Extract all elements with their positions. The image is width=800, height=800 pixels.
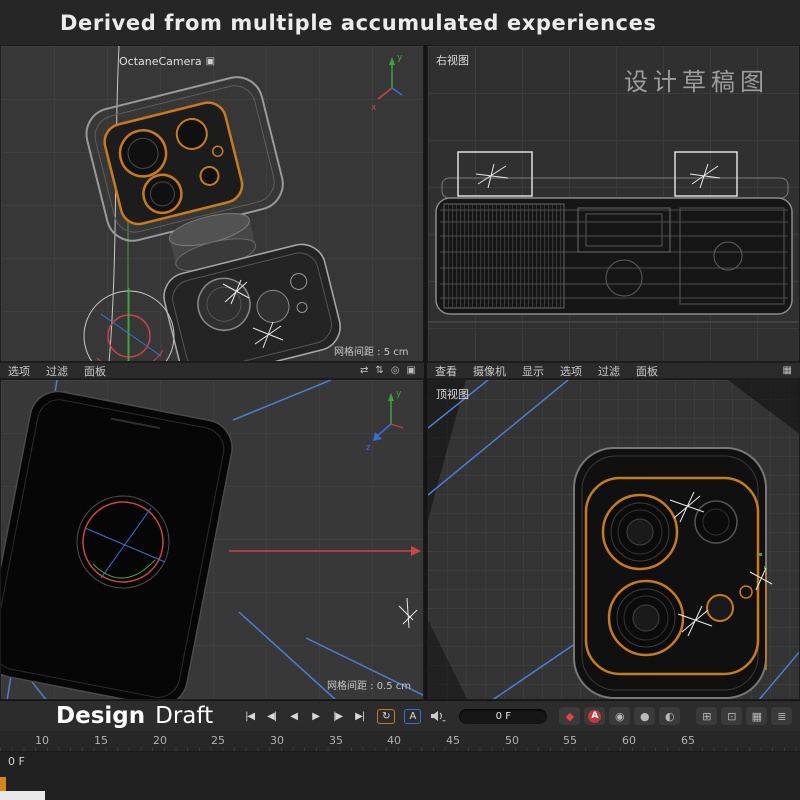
autokey-region-button[interactable]: A xyxy=(404,709,421,724)
menu-panel[interactable]: 面板 xyxy=(636,363,658,379)
menu-options[interactable]: 选项 xyxy=(8,363,30,379)
ruler-tick: 50 xyxy=(499,734,525,747)
ruler-tick: 55 xyxy=(557,734,583,747)
ruler-tick: 20 xyxy=(147,734,173,747)
ruler-tick: 15 xyxy=(88,734,114,747)
timeline-ruler[interactable]: 10 15 20 25 30 35 40 45 50 55 60 65 xyxy=(0,731,800,752)
lens-bottom-left xyxy=(609,581,683,655)
selection-handle xyxy=(759,553,762,556)
rotate-icon[interactable]: ◎ xyxy=(391,365,400,376)
top-view-render xyxy=(428,380,800,700)
watermark-text: 设计草稿图 xyxy=(624,62,769,97)
spline-curve xyxy=(109,46,119,362)
axis-x-label: x xyxy=(371,103,377,113)
ruler-tick: 65 xyxy=(675,734,701,747)
viewport-menubar-right: 查看 摄像机 显示 选项 过滤 面板 ▦ xyxy=(427,362,800,379)
maximize-icon[interactable]: ▣ xyxy=(407,365,416,376)
axis-y-label: y xyxy=(396,389,402,399)
menu-filter[interactable]: 过滤 xyxy=(598,363,620,379)
autokey-toggle-button[interactable]: A xyxy=(584,707,605,725)
case-side-wireframe xyxy=(428,152,800,322)
record-keyframe-button[interactable]: ◆ xyxy=(559,707,580,725)
maximize-icon[interactable]: ▦ xyxy=(783,365,792,376)
x-axis-arrow xyxy=(229,546,421,556)
snap-button[interactable]: ⊡ xyxy=(721,707,742,725)
status-strip: 0 F xyxy=(0,752,800,800)
app-window: Derived from multiple accumulated experi… xyxy=(0,0,800,800)
ruler-tick: 40 xyxy=(381,734,407,747)
axis-z-label: z xyxy=(366,443,371,453)
ruler-tick: 35 xyxy=(323,734,349,747)
lens-top-right xyxy=(695,501,737,543)
viewport-nav-icons: ⇄ ⇅ ◎ ▣ xyxy=(360,365,416,376)
viewport-top[interactable]: 顶视图 xyxy=(427,379,800,700)
key-interpolation-button[interactable]: ⊞ xyxy=(696,707,717,725)
sketch-marks xyxy=(399,598,417,628)
menu-cameras[interactable]: 摄像机 xyxy=(473,363,506,379)
viewport-front[interactable]: y z 网格间距 : 0.5 cm xyxy=(0,379,424,700)
keyframe-selection-button[interactable]: ● xyxy=(634,707,655,725)
menu-view[interactable]: 查看 xyxy=(435,363,457,379)
axis-gizmo: y z xyxy=(366,389,403,453)
ruler-tick: 25 xyxy=(205,734,231,747)
design-draft-title: Design Draft xyxy=(56,703,213,729)
playback-controls: |◀ ◀| ◀ ▶ |▶ ▶| xyxy=(241,711,368,722)
speaker-icon xyxy=(430,710,446,722)
camera-label: OctaneCamera xyxy=(119,55,202,68)
axis-gizmo: y x xyxy=(371,53,403,113)
ruler-tick: 30 xyxy=(264,734,290,747)
ruler-tick: 10 xyxy=(29,734,55,747)
perspective-render: y x xyxy=(1,46,424,362)
menu-options[interactable]: 选项 xyxy=(560,363,582,379)
transform-gizmo[interactable] xyxy=(84,288,174,362)
goto-start-button[interactable]: |◀ xyxy=(241,711,258,722)
timeline-bar: Design Draft |◀ ◀| ◀ ▶ |▶ ▶| ↻ A 0 F ◆ A … xyxy=(0,700,800,731)
title-bold: Design xyxy=(56,703,145,729)
ruler-minor-ticks xyxy=(0,747,800,751)
next-key-button[interactable]: |▶ xyxy=(329,711,346,722)
timeline-options-button[interactable]: ≣ xyxy=(771,707,792,725)
ruler-tick: 45 xyxy=(440,734,466,747)
ruler-tick: 60 xyxy=(616,734,642,747)
viewport-menubar-left: 选项 过滤 面板 ⇄ ⇅ ◎ ▣ xyxy=(0,362,424,379)
title-light: Draft xyxy=(155,703,213,729)
play-backward-button[interactable]: ◀ xyxy=(285,711,302,722)
camera-hud[interactable]: OctaneCamera ▣ xyxy=(119,55,215,68)
pan-icon[interactable]: ⇄ xyxy=(360,365,368,376)
dolly-icon[interactable]: ⇅ xyxy=(375,365,383,376)
frame-counter-field[interactable]: 0 F xyxy=(459,709,547,724)
page-title: Derived from multiple accumulated experi… xyxy=(60,11,657,35)
layer-button[interactable]: ▦ xyxy=(746,707,767,725)
header: Derived from multiple accumulated experi… xyxy=(0,0,800,45)
axis-y-label: y xyxy=(397,53,403,63)
camera-menu-icon[interactable]: ▣ xyxy=(206,56,215,67)
current-frame-label: 0 F xyxy=(8,755,25,768)
exploded-phone-case xyxy=(81,67,345,362)
white-marker-bar xyxy=(0,791,45,800)
keyframe-tools: ◆ A ◉ ● ◐ ⊞ ⊡ ▦ ≣ xyxy=(559,707,792,725)
viewport-name-label: 顶视图 xyxy=(436,386,469,402)
goto-end-button[interactable]: ▶| xyxy=(351,711,368,722)
front-view-render: y z xyxy=(1,380,424,700)
phone-case-top xyxy=(574,448,767,698)
grid-spacing-label: 网格间距 : 0.5 cm xyxy=(327,677,411,692)
phone-body xyxy=(1,387,237,700)
lens-top-left xyxy=(603,495,677,569)
loop-mode-button[interactable]: ↻ xyxy=(377,709,395,724)
sketch-asterisks xyxy=(476,164,720,188)
flash-ring xyxy=(707,595,733,621)
previous-key-button[interactable]: ◀| xyxy=(263,711,280,722)
viewport-nav-icons: ▦ xyxy=(783,365,792,376)
play-forward-button[interactable]: ▶ xyxy=(307,711,324,722)
record-objects-button[interactable]: ◉ xyxy=(609,707,630,725)
menu-panel[interactable]: 面板 xyxy=(84,363,106,379)
grid-spacing-label: 网格间距 : 5 cm xyxy=(334,343,409,358)
menu-filter[interactable]: 过滤 xyxy=(46,363,68,379)
viewport-right[interactable]: 右视图 设计草稿图 xyxy=(427,45,800,362)
motion-mode-button[interactable]: ◐ xyxy=(659,707,680,725)
menu-display[interactable]: 显示 xyxy=(522,363,544,379)
viewport-perspective[interactable]: y x OctaneCamera ▣ 网格间距 : 5 cm xyxy=(0,45,424,362)
viewport-name-label: 右视图 xyxy=(436,52,469,68)
sound-toggle-button[interactable] xyxy=(430,710,446,722)
